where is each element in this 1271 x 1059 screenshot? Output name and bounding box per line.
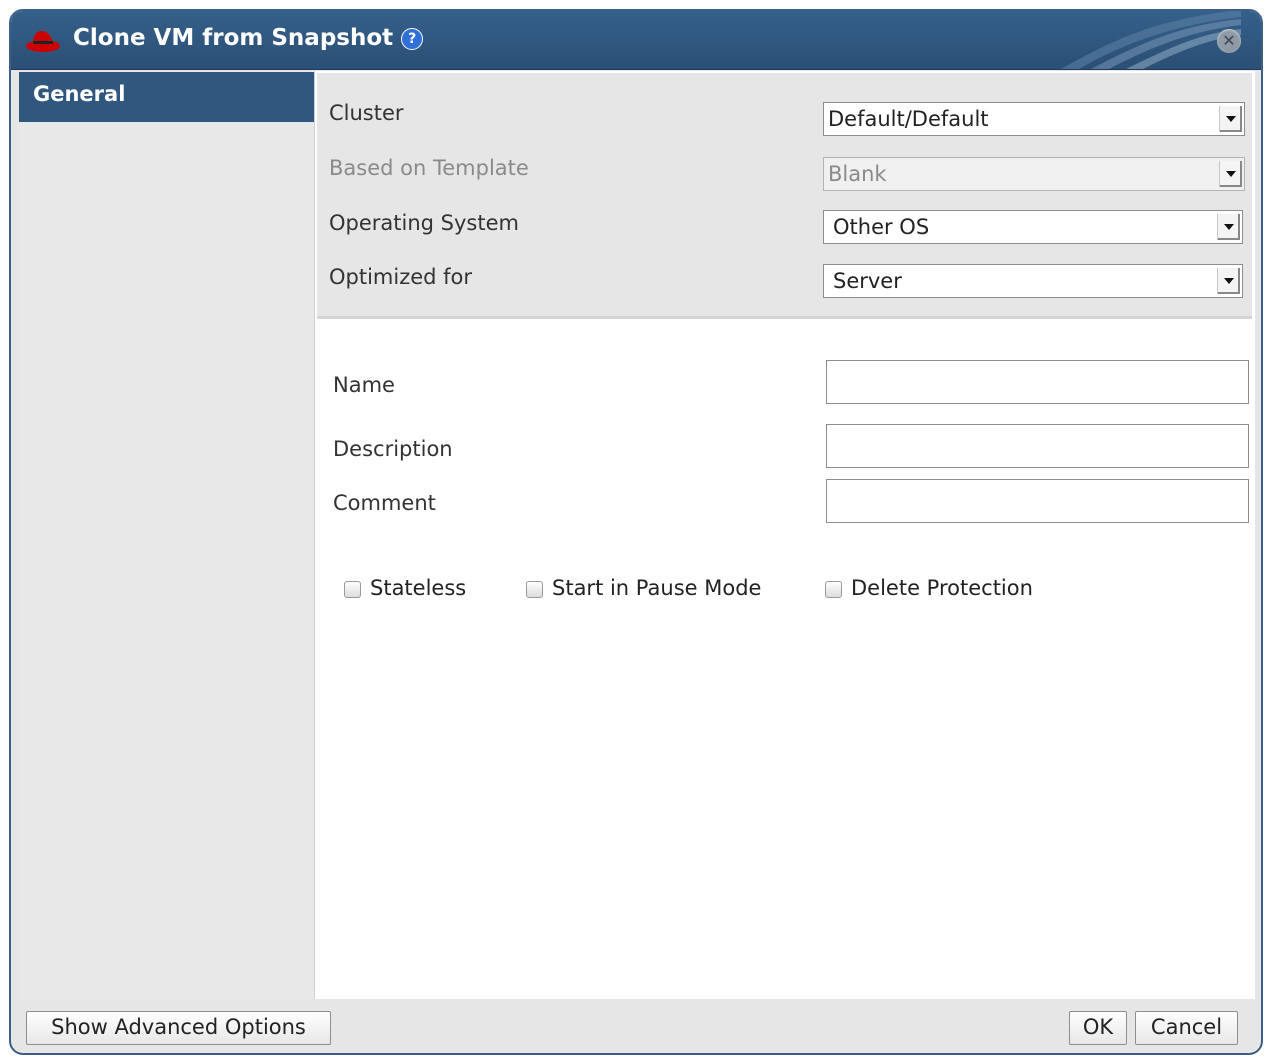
stateless-label: Stateless (370, 576, 467, 600)
sidebar-tab-general[interactable]: General (19, 72, 314, 122)
pause-mode-checkbox[interactable] (526, 581, 543, 598)
general-content: Cluster Default/Default Based on Templat… (314, 71, 1255, 999)
template-select-value: Blank (828, 162, 887, 186)
os-label: Operating System (329, 211, 519, 235)
chevron-down-icon (1217, 214, 1240, 240)
titlebar-swoosh-decoration (1061, 11, 1241, 69)
dialog-titlebar: Clone VM from Snapshot? ✕ (11, 11, 1261, 70)
name-input[interactable] (826, 360, 1249, 404)
show-advanced-options-button[interactable]: Show Advanced Options (26, 1011, 331, 1045)
optimized-select[interactable]: Server (823, 264, 1243, 298)
optimized-select-value: Server (833, 269, 902, 293)
vm-basics-panel: Cluster Default/Default Based on Templat… (317, 73, 1252, 319)
help-icon[interactable]: ? (401, 28, 424, 50)
os-select[interactable]: Other OS (823, 210, 1243, 244)
sidebar: General (19, 71, 314, 999)
template-select: Blank (823, 157, 1245, 191)
template-label: Based on Template (329, 156, 529, 180)
optimized-label: Optimized for (329, 265, 473, 289)
dialog-title: Clone VM from Snapshot? (73, 25, 424, 51)
clone-vm-dialog: Clone VM from Snapshot? ✕ General Cluste… (9, 9, 1263, 1055)
description-input[interactable] (826, 424, 1249, 468)
cluster-select[interactable]: Default/Default (823, 102, 1245, 136)
comment-input[interactable] (826, 479, 1249, 523)
chevron-down-icon (1219, 106, 1242, 132)
ok-button[interactable]: OK (1069, 1011, 1127, 1045)
delete-protection-label: Delete Protection (851, 576, 1033, 600)
pause-mode-label: Start in Pause Mode (552, 576, 762, 600)
chevron-down-icon (1217, 268, 1240, 294)
delete-protection-checkbox[interactable] (825, 581, 842, 598)
dialog-title-text: Clone VM from Snapshot (73, 25, 394, 51)
cluster-select-value: Default/Default (828, 107, 989, 131)
description-label: Description (333, 437, 453, 461)
cluster-label: Cluster (329, 101, 404, 125)
cancel-button[interactable]: Cancel (1135, 1011, 1238, 1045)
os-select-value: Other OS (833, 215, 930, 239)
chevron-down-icon (1219, 161, 1242, 187)
name-label: Name (333, 373, 395, 397)
stateless-checkbox[interactable] (344, 581, 361, 598)
close-icon[interactable]: ✕ (1217, 29, 1241, 53)
comment-label: Comment (333, 491, 436, 515)
redhat-hat-icon (26, 31, 60, 52)
